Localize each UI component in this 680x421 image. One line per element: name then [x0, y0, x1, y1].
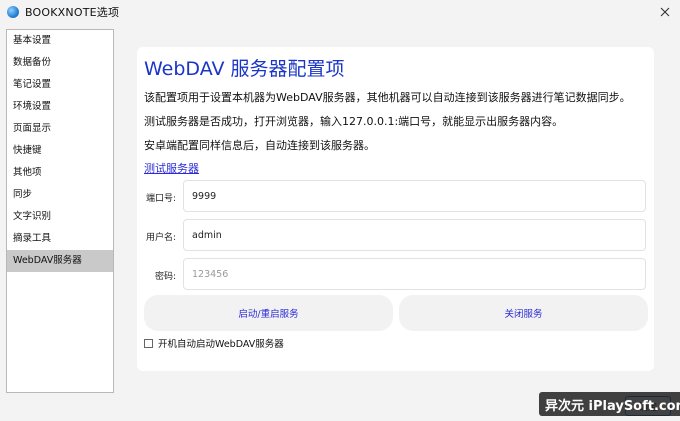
page-title: WebDAV 服务器配置项 [144, 58, 345, 80]
sidebar-item-other[interactable]: 其他项 [7, 162, 113, 184]
test-server-link[interactable]: 测试服务器 [144, 160, 199, 176]
username-label: 用户名: [145, 233, 176, 243]
sidebar-item-environment[interactable]: 环境设置 [7, 96, 113, 118]
port-label: 端口号: [145, 194, 176, 204]
autostart-option[interactable]: 开机自动启动WebDAV服务器 [144, 336, 284, 350]
sidebar-item-shortcuts[interactable]: 快捷键 [7, 140, 113, 162]
password-label: 密码: [154, 272, 176, 282]
window-title: BOOKXNOTE选项 [25, 6, 120, 19]
close-icon [660, 7, 670, 17]
app-logo-icon [7, 6, 19, 18]
sidebar-item-webdav-server[interactable]: WebDAV服务器 [7, 250, 113, 272]
password-input[interactable] [183, 258, 646, 290]
sidebar-item-sync[interactable]: 同步 [7, 184, 113, 206]
autostart-label: 开机自动启动WebDAV服务器 [158, 339, 284, 350]
start-restart-service-button[interactable]: 启动/重启服务 [144, 295, 393, 331]
port-input[interactable] [183, 180, 646, 212]
description-line-2: 测试服务器是否成功，打开浏览器，输入127.0.0.1:端口号，就能显示出服务器… [144, 115, 564, 128]
watermark: 异次元 iPlaySoft.com [539, 392, 680, 416]
webdav-settings-panel: WebDAV 服务器配置项 该配置项用于设置本机器为WebDAV服务器，其他机器… [137, 47, 654, 371]
sidebar-item-data-backup[interactable]: 数据备份 [7, 52, 113, 74]
description-line-3: 安卓端配置同样信息后，自动连接到该服务器。 [144, 139, 375, 152]
close-button[interactable] [656, 3, 674, 21]
autostart-checkbox[interactable] [144, 338, 153, 348]
username-input[interactable] [183, 219, 646, 251]
description-line-1: 该配置项用于设置本机器为WebDAV服务器，其他机器可以自动连接到该服务器进行笔… [144, 91, 631, 104]
sidebar-item-basic-settings[interactable]: 基本设置 [7, 30, 113, 52]
sidebar-item-page-display[interactable]: 页面显示 [7, 118, 113, 140]
title-bar: BOOKXNOTE选项 [0, 0, 680, 24]
sidebar-nav: 基本设置 数据备份 笔记设置 环境设置 页面显示 快捷键 其他项 同步 文字识别… [6, 29, 114, 393]
sidebar-item-note-settings[interactable]: 笔记设置 [7, 74, 113, 96]
sidebar-item-excerpt-tool[interactable]: 摘录工具 [7, 228, 113, 250]
sidebar-item-ocr[interactable]: 文字识别 [7, 206, 113, 228]
stop-service-button[interactable]: 关闭服务 [399, 295, 648, 331]
